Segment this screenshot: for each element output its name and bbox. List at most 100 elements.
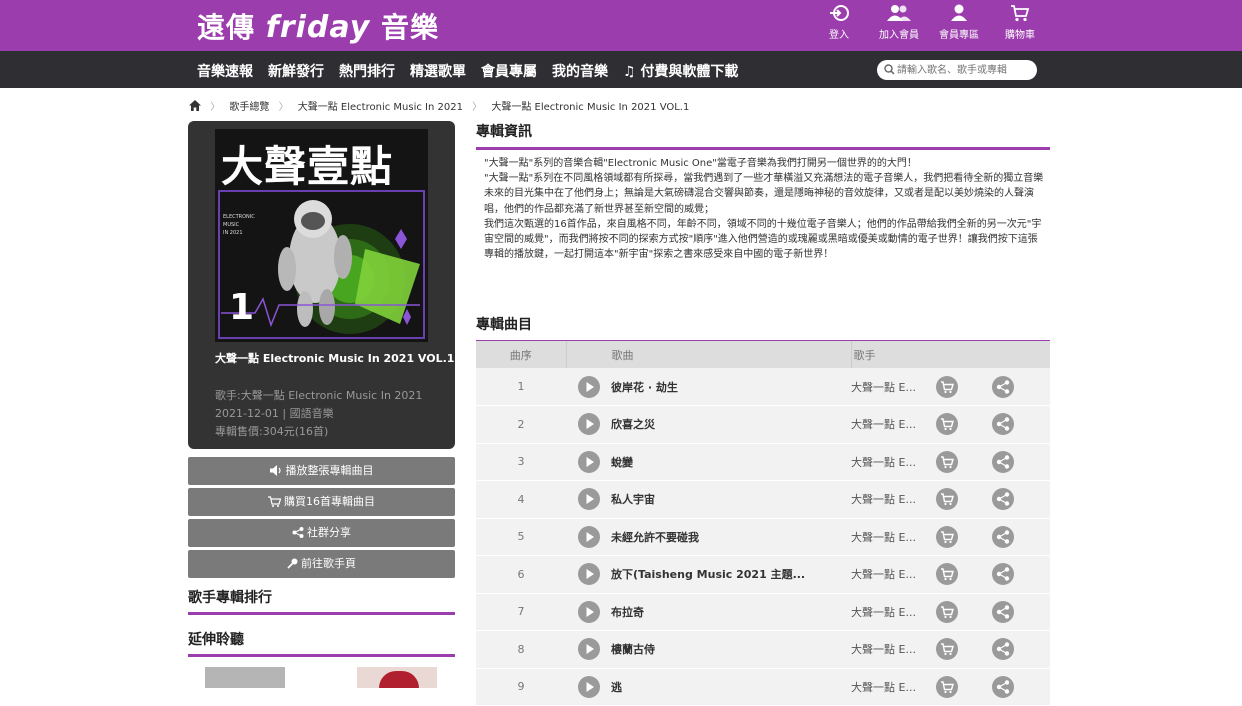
track-title[interactable]: 樓蘭古侍 — [611, 630, 851, 669]
buy-track-cart-icon[interactable] — [936, 450, 958, 473]
buy-track-cart-icon[interactable] — [936, 638, 958, 661]
description-paragraph: "大聲一點"系列在不同風格領域都有所探尋，當我們遇到了一些才華橫溢又充滿想法的電… — [484, 173, 1044, 215]
buy-track-cart-icon[interactable] — [936, 375, 958, 398]
cover-small-line: ELECTRONIC — [223, 214, 255, 220]
breadcrumb-artist[interactable]: 大聲一點 Electronic Music In 2021 — [298, 102, 463, 113]
buy-track-cart-icon[interactable] — [936, 675, 958, 698]
col-header-song: 歌曲 — [566, 341, 852, 368]
artist-album-ranking-heading: 歌手專輯排行 — [188, 587, 455, 615]
play-track-icon[interactable] — [577, 525, 600, 548]
track-row[interactable]: 6 放下(Taisheng Music 2021 主題... 大聲一點 E... — [476, 555, 1050, 594]
track-row[interactable]: 9 逃大聲一點 E... — [476, 668, 1050, 706]
member-area-button[interactable]: 會員專區 — [934, 4, 984, 41]
share-track-icon[interactable] — [992, 450, 1014, 473]
share-track-icon[interactable] — [992, 375, 1014, 398]
buy-track-cart-icon[interactable] — [936, 525, 958, 548]
artist-page-button[interactable]: 前往歌手頁 — [188, 550, 455, 578]
track-artist[interactable]: 大聲一點 E... — [851, 405, 936, 444]
nav-item-my-music[interactable]: 我的音樂 — [552, 61, 608, 81]
nav-item-new-releases[interactable]: 新鮮發行 — [268, 61, 324, 81]
login-button[interactable]: 登入 — [814, 4, 864, 41]
buy-track-cart-icon[interactable] — [936, 413, 958, 436]
cart-icon — [1011, 5, 1030, 22]
share-button[interactable]: 社群分享 — [188, 519, 455, 547]
logo-text-friday: friday — [265, 10, 371, 45]
member-icon — [951, 4, 967, 21]
track-row[interactable]: 8 樓蘭古侍 大聲一點 E... — [476, 630, 1050, 669]
buy-album-button[interactable]: 購買16首專輯曲目 — [188, 488, 455, 516]
nav-item-download[interactable]: ♫ 付費與軟體下載 — [623, 61, 738, 81]
track-number: 6 — [476, 555, 566, 594]
nav-item-members[interactable]: 會員專屬 — [481, 61, 537, 81]
share-track-icon[interactable] — [992, 638, 1014, 661]
share-track-icon[interactable] — [992, 525, 1014, 548]
track-artist[interactable]: 大聲一點 E... — [851, 368, 936, 406]
search-box[interactable] — [877, 60, 1037, 80]
track-artist[interactable]: 大聲一點 E... — [851, 518, 936, 556]
nav-item-download-label: 付費與軟體下載 — [640, 64, 739, 80]
track-artist[interactable]: 大聲一點 E... — [851, 480, 936, 519]
track-title[interactable]: 私人宇宙 — [611, 480, 851, 519]
share-track-icon[interactable] — [992, 488, 1014, 511]
play-track-icon[interactable] — [577, 488, 600, 511]
track-title[interactable]: 彼岸花 · 劫生 — [611, 368, 851, 406]
related-album-thumbnail[interactable] — [205, 667, 285, 688]
main-nav: 音樂速報 新鮮發行 熱門排行 精選歌單 會員專屬 我的音樂 ♫ 付費與軟體下載 — [0, 51, 1242, 88]
buy-track-cart-icon[interactable] — [936, 600, 958, 623]
play-track-icon[interactable] — [577, 413, 600, 436]
track-row[interactable]: 5 未經允許不要碰我 大聲一點 E... — [476, 518, 1050, 556]
share-track-icon[interactable] — [992, 563, 1014, 586]
track-artist[interactable]: 大聲一點 E... — [851, 668, 936, 706]
album-meta: 歌手:大聲一點 Electronic Music In 2021 2021-12… — [215, 387, 422, 441]
play-track-icon[interactable] — [577, 675, 600, 698]
track-number: 1 — [476, 368, 566, 406]
album-title: 大聲一點 Electronic Music In 2021 VOL.1 — [215, 352, 455, 365]
cover-number: 1 — [229, 287, 255, 328]
breadcrumb-separator: 〉 — [210, 102, 221, 113]
track-row[interactable]: 4 私人宇宙 大聲一點 E... — [476, 480, 1050, 519]
track-row[interactable]: 7 布拉奇 大聲一點 E... — [476, 593, 1050, 631]
track-title[interactable]: 未經允許不要碰我 — [611, 518, 851, 556]
play-track-icon[interactable] — [577, 563, 600, 586]
thumbnail-art — [379, 671, 419, 688]
breadcrumb-separator: 〉 — [278, 102, 289, 113]
nav-item-playlists[interactable]: 精選歌單 — [410, 61, 466, 81]
description-paragraph: "大聲一點"系列的音樂合輯"Electronic Music One"當電子音樂… — [484, 158, 917, 169]
site-logo[interactable]: 遠傳 friday 音樂 — [197, 6, 439, 46]
search-input[interactable] — [897, 62, 1032, 78]
track-artist[interactable]: 大聲一點 E... — [851, 630, 936, 669]
login-label: 登入 — [829, 30, 849, 41]
share-track-icon[interactable] — [992, 413, 1014, 436]
nav-item-charts[interactable]: 熱門排行 — [339, 61, 395, 81]
track-artist[interactable]: 大聲一點 E... — [851, 555, 936, 594]
play-track-icon[interactable] — [577, 450, 600, 473]
related-album-thumbnail[interactable] — [357, 667, 437, 688]
description-paragraph: 我們這次甄選的16首作品，來自風格不同，年齡不同，領域不同的十幾位電子音樂人；他… — [484, 218, 1042, 261]
join-member-button[interactable]: 加入會員 — [874, 4, 924, 41]
share-track-icon[interactable] — [992, 675, 1014, 698]
nav-item-music-news[interactable]: 音樂速報 — [197, 61, 253, 81]
play-track-icon[interactable] — [577, 638, 600, 661]
add-member-icon — [887, 5, 911, 21]
home-icon[interactable] — [189, 100, 201, 111]
track-artist[interactable]: 大聲一點 E... — [851, 443, 936, 481]
track-title[interactable]: 蛻變 — [611, 443, 851, 481]
play-track-icon[interactable] — [577, 600, 600, 623]
track-row[interactable]: 2 欣喜之災 大聲一點 E... — [476, 405, 1050, 444]
track-title[interactable]: 欣喜之災 — [611, 405, 851, 444]
play-track-icon[interactable] — [577, 375, 600, 398]
album-artist[interactable]: 歌手:大聲一點 Electronic Music In 2021 — [215, 387, 422, 405]
breadcrumb-separator: 〉 — [472, 102, 483, 113]
track-title[interactable]: 放下(Taisheng Music 2021 主題... — [611, 555, 851, 594]
cart-button[interactable]: 購物車 — [995, 4, 1045, 41]
share-track-icon[interactable] — [992, 600, 1014, 623]
track-row[interactable]: 1 彼岸花 · 劫生 大聲一點 E... — [476, 368, 1050, 406]
track-title[interactable]: 逃 — [611, 668, 851, 706]
buy-track-cart-icon[interactable] — [936, 563, 958, 586]
track-row[interactable]: 3 蛻變 大聲一點 E... — [476, 443, 1050, 481]
buy-track-cart-icon[interactable] — [936, 488, 958, 511]
track-title[interactable]: 布拉奇 — [611, 593, 851, 631]
track-artist[interactable]: 大聲一點 E... — [851, 593, 936, 631]
play-album-button[interactable]: 播放整張專輯曲目 — [188, 457, 455, 485]
breadcrumb-artists[interactable]: 歌手總覽 — [229, 102, 269, 113]
